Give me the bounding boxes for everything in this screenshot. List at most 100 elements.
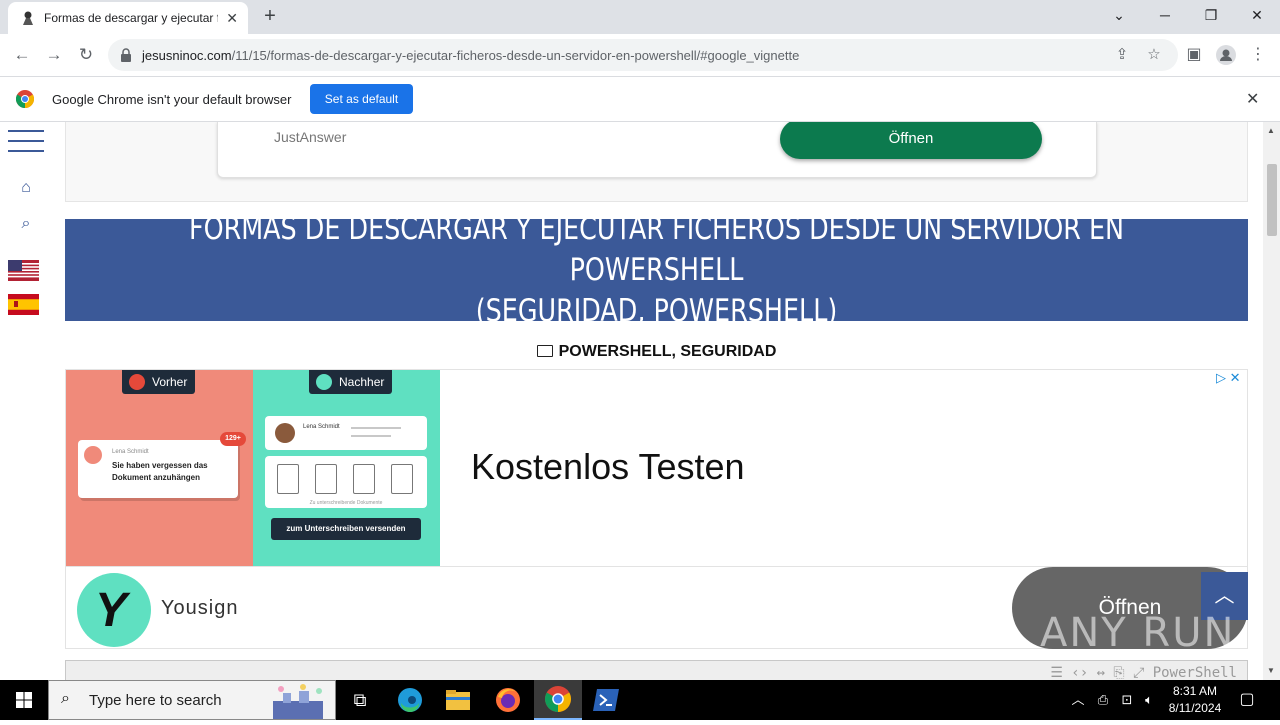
new-tab-button[interactable]: + <box>258 5 282 29</box>
mail-text: Sie haben vergessen das Dokument anzuhän… <box>112 461 208 482</box>
site-sidebar: ⌂ ⌕ <box>0 122 52 680</box>
forward-icon[interactable]: → <box>42 43 66 67</box>
scrollbar-thumb[interactable] <box>1267 164 1277 236</box>
ad-brand: JustAnswer <box>274 129 347 145</box>
article-title-line2: (SEGURIDAD, POWERSHELL) <box>475 292 838 329</box>
site-favicon-icon <box>23 11 33 25</box>
tray-chevron-icon[interactable]: ︿ <box>1068 680 1088 720</box>
placeholder-line <box>351 435 391 437</box>
infobar-message: Google Chrome isn't your default browser <box>52 92 292 107</box>
article-categories: POWERSHELL, SEGURIDAD <box>0 343 1280 361</box>
folder-icon <box>536 345 553 357</box>
reload-icon[interactable]: ↻ <box>74 43 98 67</box>
ad-brand-name: Yousign <box>161 597 239 619</box>
firefox-icon[interactable] <box>484 680 532 720</box>
ad-headline[interactable]: Kostenlos Testen <box>471 446 745 488</box>
ad-before-panel: Vorher Lena Schmidt Sie haben vergessen … <box>66 370 253 566</box>
spain-flag-icon[interactable] <box>8 294 39 315</box>
side-panel-icon[interactable]: ▣ <box>1182 43 1206 67</box>
lock-icon <box>121 48 131 62</box>
volume-icon[interactable]: 🔈︎ <box>1138 680 1160 720</box>
profile-icon[interactable] <box>1214 43 1238 67</box>
infobar-close-icon[interactable]: ✕ <box>1246 89 1259 109</box>
yousign-advertisement[interactable]: Vorher Lena Schmidt Sie haben vergessen … <box>65 369 1248 649</box>
tab-search-icon[interactable]: ⌄ <box>1096 0 1142 30</box>
set-as-default-button[interactable]: Set as default <box>310 84 413 114</box>
menu-icon[interactable]: ⋮ <box>1246 43 1270 67</box>
code-language-label: PowerShell <box>1152 665 1237 680</box>
minimize-button[interactable]: ─ <box>1142 0 1188 30</box>
url-host: jesusninoc.com <box>142 47 232 63</box>
back-icon[interactable]: ← <box>10 43 34 67</box>
browser-toolbar: ← → ↻ jesusninoc.com/11/15/formas-de-des… <box>0 34 1280 76</box>
page-scrollbar[interactable]: ▲ ▼ <box>1263 122 1280 680</box>
clock-time: 8:31 AM <box>1172 684 1218 698</box>
avatar <box>275 423 295 443</box>
home-icon[interactable]: ⌂ <box>16 178 36 198</box>
email-card: Lena Schmidt Sie haben vergessen das Dok… <box>78 432 246 498</box>
edge-icon[interactable] <box>386 680 434 720</box>
document-icon <box>353 464 375 494</box>
windows-logo-icon <box>16 692 32 708</box>
hamburger-menu-icon[interactable] <box>8 130 44 160</box>
x-circle-icon <box>129 374 145 390</box>
article-title-line1: FORMAS DE DESCARGAR Y EJECUTAR FICHEROS … <box>188 210 1125 288</box>
network-icon[interactable]: ⊡ <box>1116 680 1138 720</box>
article-title-banner: FORMAS DE DESCARGAR Y EJECUTAR FICHEROS … <box>65 211 1248 329</box>
article-title: FORMAS DE DESCARGAR Y EJECUTAR FICHEROS … <box>171 209 1141 332</box>
powershell-icon[interactable] <box>582 680 630 720</box>
bookmark-star-icon[interactable]: ☆ <box>1143 44 1165 66</box>
task-view-icon[interactable]: ⧉ <box>336 680 384 720</box>
share-icon[interactable]: ⇪ <box>1111 44 1133 66</box>
yousign-logo: Y <box>77 573 151 647</box>
notifications-icon[interactable]: ▢ <box>1234 680 1260 720</box>
documents-caption: Zu unterschreibende Dokumente <box>309 500 383 506</box>
scroll-up-icon[interactable]: ▲ <box>1267 126 1275 135</box>
before-label: Vorher <box>152 375 188 389</box>
search-highlight-icon <box>273 684 323 719</box>
check-circle-icon <box>316 374 332 390</box>
start-button[interactable] <box>0 680 48 720</box>
chrome-taskbar-icon[interactable] <box>534 680 582 720</box>
search-placeholder: Type here to search <box>89 692 222 709</box>
default-browser-infobar: Google Chrome isn't your default browser… <box>0 76 1280 122</box>
url-text: jesusninoc.com/11/15/formas-de-descargar… <box>142 48 799 63</box>
scroll-down-icon[interactable]: ▼ <box>1267 666 1275 675</box>
document-icon <box>277 464 299 494</box>
device-icon[interactable]: ⎙ <box>1092 680 1114 720</box>
signer-name: Lena Schmidt <box>303 424 340 430</box>
code-block: ☰ ‹› ↔ ⎘ ⤢ PowerShell <box>65 660 1248 680</box>
ad-after-panel: Nachher Lena Schmidt Zu unterschreibende… <box>253 370 440 566</box>
us-flag-icon[interactable] <box>8 260 39 281</box>
ad-open-button[interactable]: Öffnen <box>780 122 1042 159</box>
mail-icon <box>84 446 102 464</box>
tab-strip: Formas de descargar y ejecutar f ✕ + ⌄ ─… <box>0 0 1280 34</box>
restore-button[interactable]: ❐ <box>1188 0 1234 30</box>
before-pill: Vorher <box>122 370 196 394</box>
ad-card: JustAnswer Öffnen <box>217 122 1097 178</box>
adchoices-icon[interactable]: ▷ ✕ <box>1216 370 1241 386</box>
url-path: /11/15/formas-de-descargar-y-ejecutar-fi… <box>231 47 800 63</box>
search-icon: ⌕ <box>61 690 70 707</box>
chrome-logo-icon <box>16 90 34 108</box>
window-close-button[interactable]: ✕ <box>1234 0 1280 30</box>
web-page: ⌂ ⌕ JustAnswer Öffnen FORMAS DE DESCARGA… <box>0 122 1280 680</box>
send-for-signature-button: zum Unterschreiben versenden <box>271 518 421 540</box>
taskbar-clock[interactable]: 8:31 AM 8/11/2024 <box>1160 683 1230 717</box>
search-icon[interactable]: ⌕ <box>16 214 36 234</box>
code-toolbar: ☰ ‹› ↔ ⎘ ⤢ PowerShell <box>1050 665 1237 680</box>
placeholder-line <box>351 427 401 429</box>
mail-count-badge: 129+ <box>220 432 246 446</box>
categories-link[interactable]: POWERSHELL, SEGURIDAD <box>559 343 777 360</box>
document-icon <box>315 464 337 494</box>
mail-sender: Lena Schmidt <box>112 449 149 455</box>
watermark-text: ANY RUN <box>1040 610 1236 656</box>
address-bar[interactable]: jesusninoc.com/11/15/formas-de-descargar… <box>108 39 1178 71</box>
tab-title: Formas de descargar y ejecutar f <box>44 11 219 25</box>
tab-close-icon[interactable]: ✕ <box>226 10 238 27</box>
browser-tab[interactable]: Formas de descargar y ejecutar f ✕ <box>8 2 248 34</box>
logo-letter: Y <box>95 584 128 637</box>
top-advertisement: JustAnswer Öffnen <box>65 122 1248 202</box>
taskbar-search[interactable]: ⌕ Type here to search <box>48 680 336 720</box>
file-explorer-icon[interactable] <box>434 680 482 720</box>
